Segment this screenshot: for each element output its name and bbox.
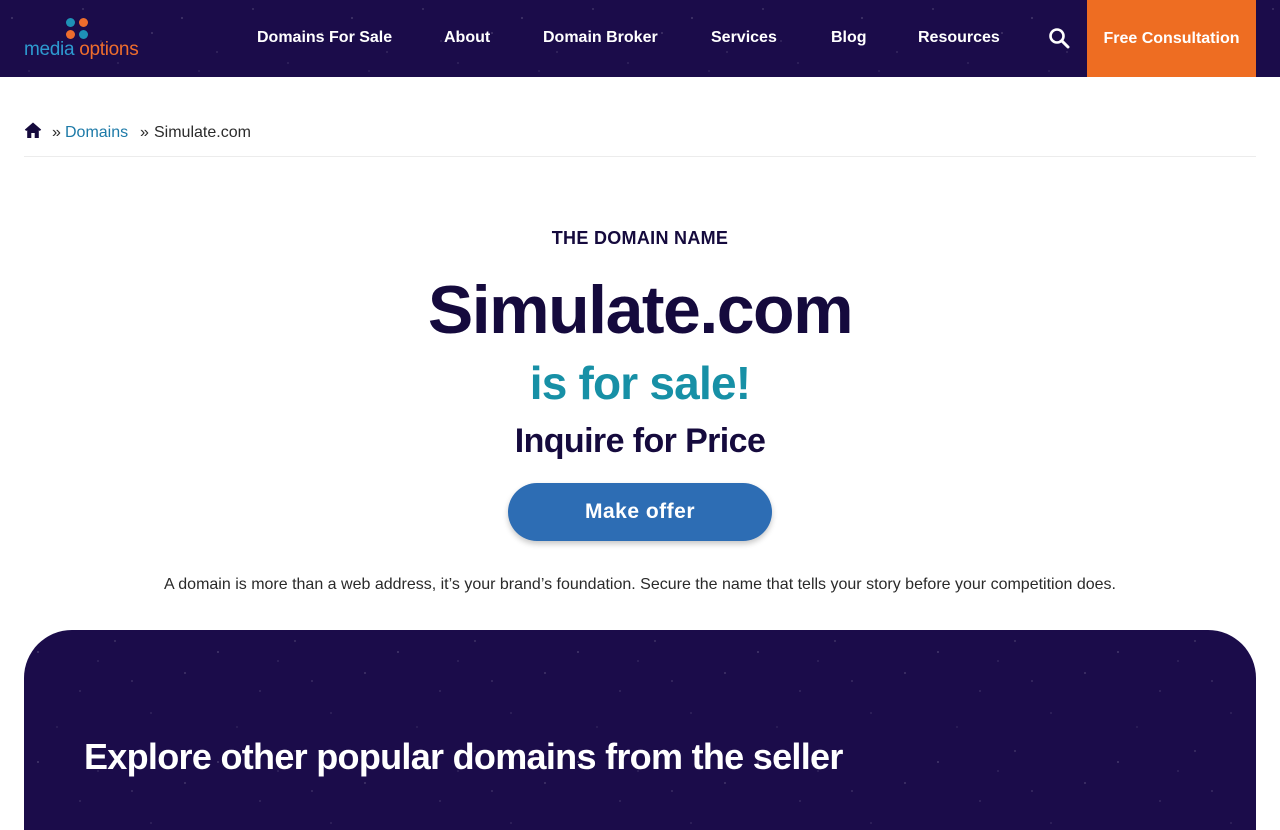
hero-tagline: A domain is more than a web address, it’… bbox=[164, 576, 1116, 593]
nav-item-resources[interactable]: Resources bbox=[918, 29, 1000, 47]
nav-item-domains-for-sale[interactable]: Domains For Sale bbox=[257, 29, 392, 47]
breadcrumb-separator: » bbox=[140, 124, 149, 141]
nav-item-services[interactable]: Services bbox=[711, 29, 777, 47]
nav-item-about[interactable]: About bbox=[444, 29, 490, 47]
home-icon[interactable] bbox=[24, 121, 42, 139]
nav-item-domain-broker[interactable]: Domain Broker bbox=[543, 29, 658, 47]
breadcrumb-separator: » bbox=[52, 124, 61, 141]
make-offer-button[interactable]: Make offer bbox=[508, 483, 772, 541]
site-header: media options Domains For Sale About Dom… bbox=[0, 0, 1280, 77]
breadcrumb-divider bbox=[24, 156, 1256, 157]
search-icon[interactable] bbox=[1048, 27, 1070, 49]
panel-title: Explore other popular domains from the s… bbox=[84, 736, 843, 777]
hero-eyebrow: THE DOMAIN NAME bbox=[551, 228, 729, 248]
seller-domains-panel: Explore other popular domains from the s… bbox=[24, 630, 1256, 830]
for-sale-heading: is for sale! bbox=[529, 357, 751, 409]
breadcrumb-domains-link[interactable]: Domains bbox=[65, 124, 128, 142]
domain-title: Simulate.com bbox=[427, 272, 854, 348]
nav-item-blog[interactable]: Blog bbox=[831, 29, 867, 47]
media-options-logo[interactable]: media options bbox=[24, 18, 149, 60]
breadcrumb-current: Simulate.com bbox=[154, 124, 251, 141]
logo-text: media options bbox=[24, 39, 139, 60]
free-consultation-button[interactable]: Free Consultation bbox=[1087, 0, 1256, 77]
price-heading: Inquire for Price bbox=[514, 422, 766, 460]
